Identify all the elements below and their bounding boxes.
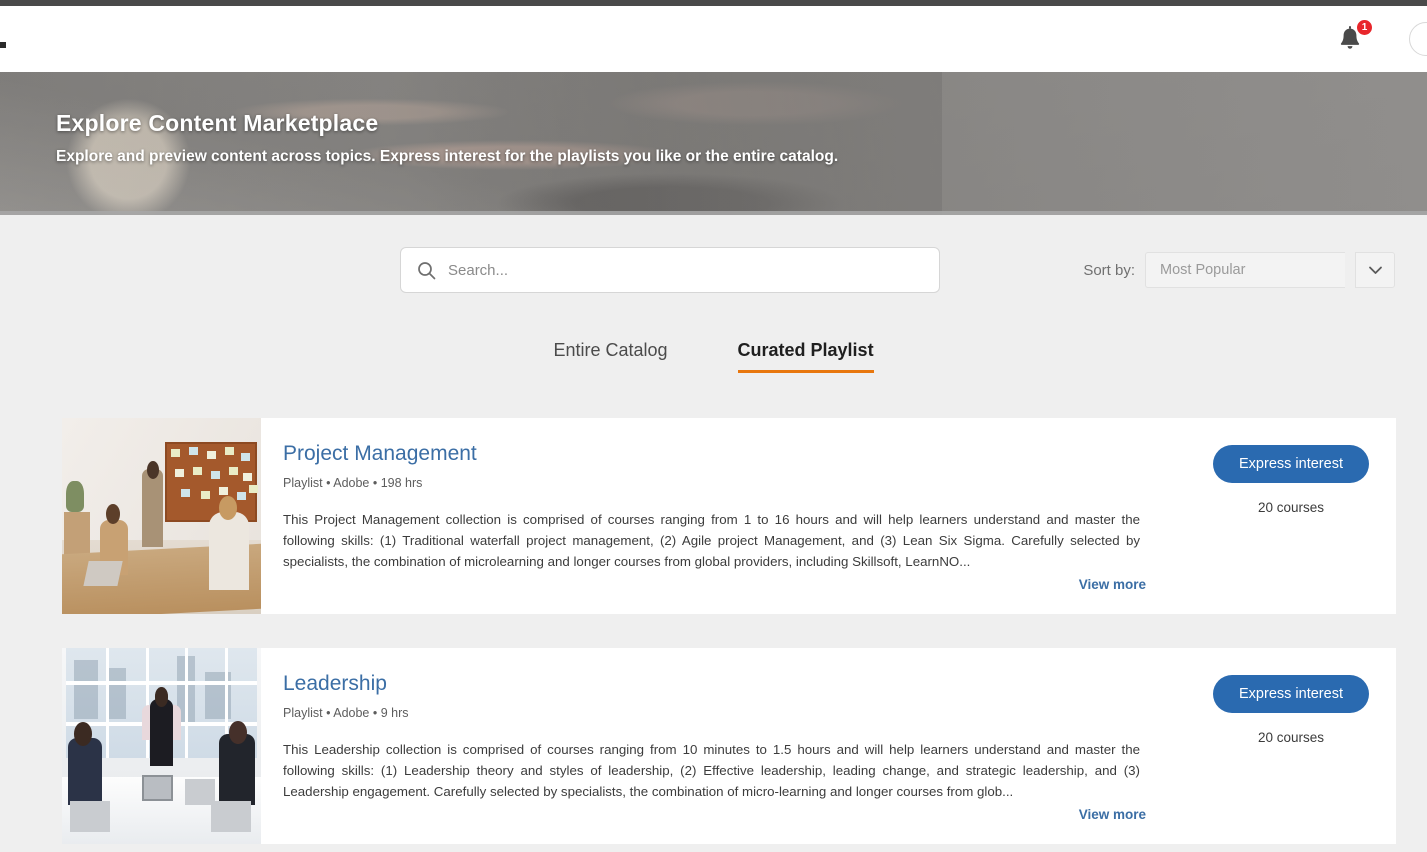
- hero-banner: Explore Content Marketplace Explore and …: [0, 72, 1427, 215]
- app-header: 1: [0, 6, 1427, 72]
- playlist-card-actions: Express interest 20 courses: [1166, 418, 1416, 614]
- search-input[interactable]: [448, 261, 939, 279]
- playlist-meta: Playlist • Adobe • 198 hrs: [283, 476, 423, 491]
- playlist-meta: Playlist • Adobe • 9 hrs: [283, 706, 409, 721]
- hero-overlay: [0, 72, 1427, 215]
- course-count: 20 courses: [1257, 730, 1325, 745]
- page-root: 1 Explore Content Marketplace Explore an…: [0, 0, 1427, 852]
- tab-entire-catalog[interactable]: Entire Catalog: [553, 340, 667, 373]
- chevron-down-icon[interactable]: [1355, 252, 1395, 288]
- express-interest-button[interactable]: Express interest: [1213, 445, 1369, 483]
- playlist-title[interactable]: Leadership: [283, 672, 1140, 695]
- course-count: 20 courses: [1257, 500, 1325, 515]
- playlist-title[interactable]: Project Management: [283, 442, 1140, 465]
- playlist-card-body: Project Management Playlist • Adobe • 19…: [261, 418, 1166, 614]
- view-more-link[interactable]: View more: [1079, 807, 1146, 822]
- search-box[interactable]: [400, 247, 940, 293]
- sort-select[interactable]: Most Popular: [1145, 252, 1345, 288]
- playlist-card: Leadership Playlist • Adobe • 9 hrs This…: [62, 648, 1396, 844]
- playlist-card-actions: Express interest 20 courses: [1166, 648, 1416, 844]
- content-tabs: Entire Catalog Curated Playlist: [0, 340, 1427, 373]
- hero-divider: [0, 211, 1427, 215]
- view-more-link[interactable]: View more: [1079, 577, 1146, 592]
- sort-label: Sort by:: [1083, 261, 1135, 279]
- playlist-description: This Project Management collection is co…: [283, 512, 1140, 570]
- playlist-card: Project Management Playlist • Adobe • 19…: [62, 418, 1396, 614]
- playlist-thumbnail-image[interactable]: [62, 418, 261, 614]
- playlist-description: This Leadership collection is comprised …: [283, 742, 1140, 800]
- brand-logo-mark: [0, 42, 6, 48]
- playlist-card-body: Leadership Playlist • Adobe • 9 hrs This…: [261, 648, 1166, 844]
- playlist-thumbnail-image[interactable]: [62, 648, 261, 844]
- tab-curated-playlist[interactable]: Curated Playlist: [737, 340, 874, 373]
- notification-count-badge: 1: [1356, 19, 1373, 36]
- notifications-button[interactable]: 1: [1335, 19, 1373, 58]
- sort-control: Sort by: Most Popular: [1083, 252, 1395, 288]
- search-icon: [417, 261, 436, 280]
- avatar[interactable]: [1409, 22, 1427, 56]
- page-title: Explore Content Marketplace: [56, 110, 379, 136]
- express-interest-button[interactable]: Express interest: [1213, 675, 1369, 713]
- page-subtitle: Explore and preview content across topic…: [56, 148, 839, 165]
